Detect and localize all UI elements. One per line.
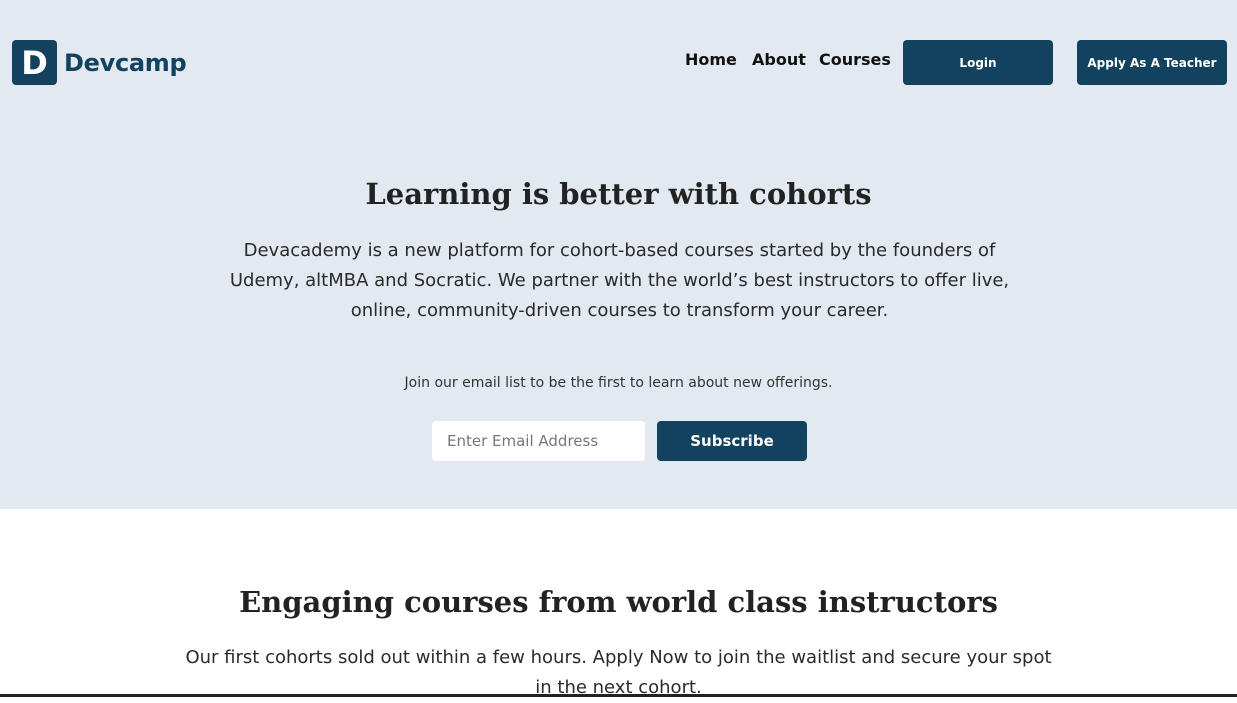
apply-as-teacher-button[interactable]: Apply As A Teacher	[1077, 40, 1227, 85]
email-signup-note: Join our email list to be the first to l…	[404, 375, 833, 391]
hero-section: D Devcamp Home About Courses Login Apply…	[0, 0, 1237, 509]
subscribe-button[interactable]: Subscribe	[657, 421, 807, 461]
courses-section-title: Engaging courses from world class instru…	[239, 585, 998, 619]
hero-title: Learning is better with cohorts	[365, 177, 872, 211]
brand-name: Devcamp	[64, 48, 187, 77]
logo-mark-icon: D	[12, 40, 57, 85]
nav-link-home[interactable]: Home	[685, 50, 737, 69]
nav-link-courses[interactable]: Courses	[819, 50, 891, 69]
nav-link-about[interactable]: About	[752, 50, 806, 69]
brand-logo[interactable]: D Devcamp	[12, 40, 187, 85]
hero-description: Devacademy is a new platform for cohort-…	[229, 240, 1010, 321]
email-input[interactable]	[432, 421, 645, 461]
login-button[interactable]: Login	[903, 40, 1053, 85]
